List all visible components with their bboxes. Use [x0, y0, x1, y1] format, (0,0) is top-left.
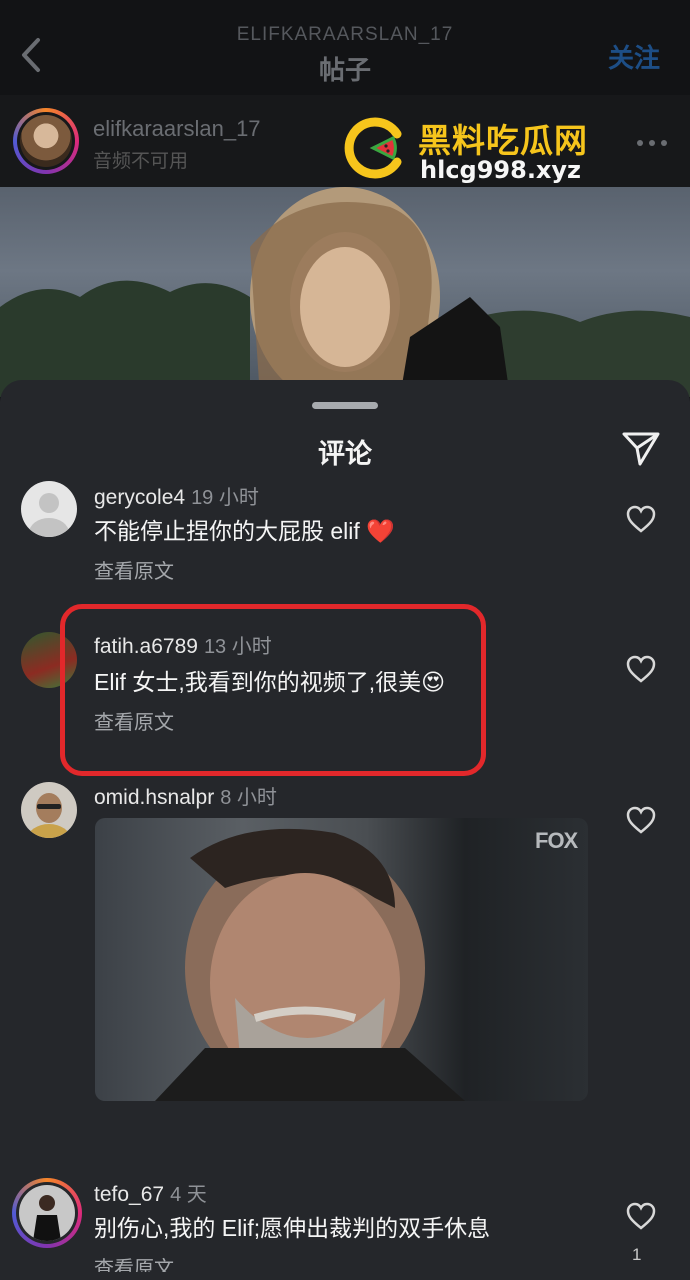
post-username[interactable]: elifkaraarslan_17 — [93, 116, 261, 142]
nav-username: ELIFKARAARSLAN_17 — [236, 24, 454, 45]
comment-avatar[interactable] — [21, 481, 77, 537]
comment-avatar[interactable] — [19, 1185, 75, 1241]
watermark-name: 黑料吃瓜网 — [418, 122, 588, 159]
post-photo[interactable] — [0, 187, 690, 397]
comment-header: omid.hsnalpr 8 小时 — [94, 781, 277, 810]
comment-gif[interactable] — [95, 818, 588, 1101]
comment-username[interactable]: gerycole4 — [94, 486, 185, 509]
comment-header: gerycole4 19 小时 — [94, 481, 259, 510]
heart-icon — [626, 505, 656, 533]
default-avatar-icon — [29, 493, 69, 537]
heart-icon — [626, 1202, 656, 1230]
comment-header: tefo_67 4 天 — [94, 1178, 207, 1207]
comment-avatar[interactable] — [21, 782, 77, 838]
share-button[interactable] — [620, 430, 662, 468]
page-title: 帖子 — [318, 55, 371, 85]
fox-logo: FOX — [535, 828, 578, 853]
comment-username[interactable]: omid.hsnalpr — [94, 786, 214, 809]
comment-text: 别伤心,我的 Elif;愿伸出裁判的双手休息 — [94, 1215, 491, 1241]
comments-title: 评论 — [318, 439, 372, 469]
see-translation-link[interactable]: 查看原文 — [94, 555, 174, 584]
gif-scene — [155, 828, 465, 1101]
sheet-drag-handle[interactable] — [312, 402, 378, 409]
see-translation-link[interactable]: 查看原文 — [94, 1252, 174, 1272]
more-options-button[interactable] — [634, 128, 670, 158]
audio-status: 音频不可用 — [93, 151, 189, 172]
post-avatar[interactable] — [20, 115, 72, 167]
like-button[interactable] — [625, 654, 657, 684]
comment-text: 不能停止捏你的大屁股 elif ❤️ — [94, 518, 395, 544]
person-avatar-icon — [33, 1195, 61, 1241]
comment-time: 8 小时 — [220, 787, 277, 809]
heart-icon — [626, 655, 656, 683]
person-avatar-icon — [27, 793, 71, 838]
heart-icon — [626, 806, 656, 834]
like-button[interactable] — [625, 1201, 657, 1231]
more-dots-icon — [637, 140, 667, 146]
watermark-logo — [343, 116, 407, 180]
follow-button[interactable]: 关注 — [608, 38, 660, 75]
like-button[interactable] — [625, 805, 657, 835]
photo-scene — [0, 187, 690, 397]
like-button[interactable] — [625, 504, 657, 534]
comment-username[interactable]: tefo_67 — [94, 1183, 164, 1206]
highlight-annotation — [60, 604, 486, 776]
send-icon — [622, 432, 660, 466]
watermark-url: hlcg998.xyz — [420, 156, 582, 184]
like-count: 1 — [632, 1245, 642, 1264]
comment-time: 19 小时 — [191, 487, 259, 509]
comment-time: 4 天 — [170, 1184, 207, 1206]
watermark-logo-icon — [344, 117, 402, 179]
